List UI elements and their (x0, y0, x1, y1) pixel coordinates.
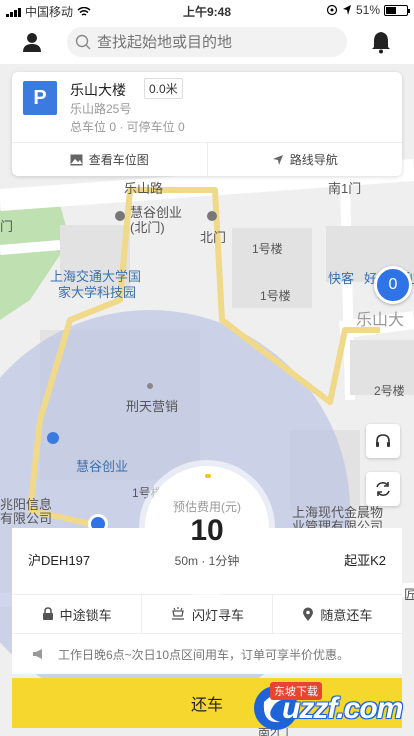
lock-car-button[interactable]: 中途锁车 (12, 595, 141, 633)
battery-icon (384, 4, 410, 16)
map-label-building2: 2号楼 (374, 384, 405, 398)
discount-notice-text: 工作日晚6点~次日10点区间用车，订单可享半价优惠。 (58, 647, 350, 662)
top-bar (0, 20, 414, 64)
route-navigation-label: 路线导航 (289, 153, 338, 167)
free-return-label: 随意还车 (320, 607, 373, 623)
map-label-building1-a: 1号楼 (252, 242, 283, 256)
rotation-lock-icon (326, 4, 338, 16)
fee-progress-mark (205, 474, 211, 478)
parking-lot-spaces: 总车位 0 · 可停车位 0 (70, 120, 185, 134)
map-label-lesan-road: 乐山路 (124, 181, 164, 196)
flash-find-car-button[interactable]: 闪灯寻车 (141, 595, 271, 633)
map-label-huigu: 慧谷创业 (76, 459, 129, 474)
user-profile-icon[interactable] (20, 30, 44, 54)
car-model: 起亚K2 (344, 553, 386, 568)
parking-lot-distance: 0.0米 (144, 78, 183, 99)
fee-label: 预估费用(元) (173, 500, 241, 514)
location-pin-icon (303, 607, 314, 621)
megaphone-icon (33, 649, 42, 659)
license-plate: 沪DEH197 (28, 553, 91, 568)
watermark-domain: uzzf.com (282, 692, 403, 725)
fee-detail: 50m · 1分钟 (174, 554, 240, 568)
flash-light-icon (171, 607, 184, 620)
search-box[interactable] (67, 27, 347, 57)
fee-estimate-circle: 预估费用(元) 10 50m · 1分钟 (145, 466, 269, 590)
lock-car-label: 中途锁车 (59, 607, 112, 623)
parking-lot-name: 乐山大楼 (70, 82, 126, 98)
status-bar: 中国移动 上午9:48 51% (0, 0, 414, 20)
view-parking-map-label: 查看车位图 (88, 153, 149, 167)
customer-service-button[interactable] (366, 424, 400, 458)
map-label-huigu-north-sub: (北门) (130, 220, 165, 235)
search-input[interactable] (97, 33, 337, 51)
trip-actions: 中途锁车 闪灯寻车 随意还车 (12, 594, 402, 634)
map-label-kuaike: 快客 (328, 271, 355, 286)
map-label-south-gate-1: 南1门 (328, 181, 362, 196)
flash-find-car-label: 闪灯寻车 (191, 607, 244, 623)
free-return-button[interactable]: 随意还车 (271, 595, 402, 633)
map-label-building1-b: 1号楼 (260, 289, 291, 303)
image-icon (70, 154, 83, 165)
map-label-sjtu-2: 家大学科技园 (58, 285, 137, 300)
map-label-xingtian: 刑天营销 (126, 399, 179, 414)
car-count-marker[interactable]: 0 (374, 266, 412, 304)
refresh-button[interactable] (366, 472, 400, 506)
discount-notice: 工作日晚6点~次日10点区间用车，订单可享半价优惠。 (12, 634, 402, 674)
parking-lot-card[interactable]: P 乐山大楼 0.0米 乐山路25号 总车位 0 · 可停车位 0 查看车位图 … (12, 72, 402, 176)
headset-icon (376, 434, 390, 447)
fee-value: 10 (190, 514, 224, 547)
parking-lot-address: 乐山路25号 (70, 102, 132, 116)
view-parking-map-button[interactable]: 查看车位图 (12, 143, 207, 176)
refresh-icon (376, 482, 390, 496)
lock-icon (42, 607, 53, 620)
notification-bell-icon[interactable] (370, 30, 392, 54)
map-label-north-gate: 北门 (200, 230, 227, 245)
location-arrow-icon (342, 5, 351, 15)
map-label-edge: 门 (0, 219, 14, 234)
search-icon (75, 34, 91, 50)
route-navigation-button[interactable]: 路线导航 (206, 143, 403, 176)
parking-card-actions: 查看车位图 路线导航 (12, 142, 402, 176)
battery-percent: 51% (355, 3, 380, 17)
map-label-zhaoan-2: 有限公司 (0, 511, 53, 526)
parking-icon: P (23, 81, 57, 115)
map-label-lesan-da: 乐山大 (356, 312, 405, 329)
navigate-icon (272, 154, 283, 165)
map-label-edge-b: 匠 (404, 587, 414, 602)
